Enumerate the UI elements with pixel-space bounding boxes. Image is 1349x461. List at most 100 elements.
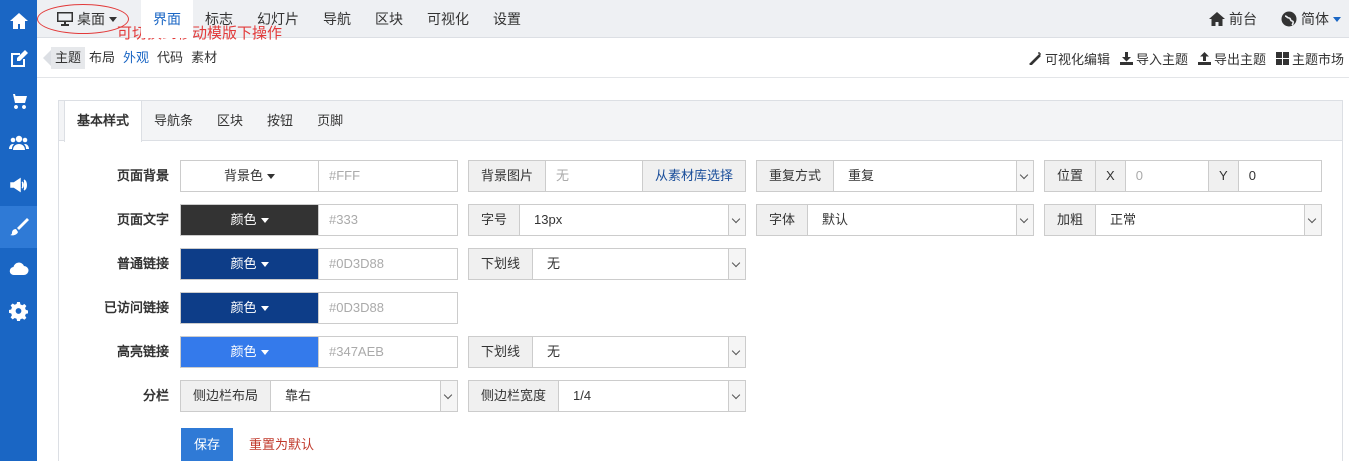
text-color-input[interactable]: #333 — [319, 205, 457, 235]
brush-icon — [9, 218, 29, 236]
save-button[interactable]: 保存 — [181, 428, 233, 461]
font-size-label: 字号 — [469, 205, 521, 235]
gear-icon — [8, 301, 28, 321]
link-color-input[interactable]: #0D3D88 — [319, 249, 457, 279]
nav-settings[interactable]: 设置 — [481, 0, 533, 38]
text-color-button[interactable]: 颜色 — [181, 205, 319, 235]
bg-y-input[interactable]: 0 — [1237, 161, 1321, 191]
font-size-group: 字号 13px — [468, 204, 746, 236]
cloud-icon — [9, 262, 28, 276]
bg-position-group: 位置 X 0 Y 0 — [1044, 160, 1322, 192]
bg-color-button[interactable]: 背景色 — [181, 161, 319, 191]
hover-color-button[interactable]: 颜色 — [181, 337, 319, 367]
page-bg-color-group: 背景色 #FFF — [180, 160, 458, 192]
font-weight-value: 正常 — [1110, 212, 1137, 227]
sidebar-users[interactable] — [0, 122, 37, 164]
tab-navbar[interactable]: 导航条 — [142, 101, 205, 141]
grid-icon — [1275, 51, 1289, 65]
sub-theme[interactable]: 主题 — [51, 47, 86, 69]
nav-blocks[interactable]: 区块 — [363, 0, 415, 38]
bg-x-label: X — [1096, 161, 1126, 191]
select-arrow-icon — [1016, 161, 1033, 191]
sub-nav: 主题 布局 外观 代码 素材 可视化编辑 导入主题 导出主题 主题市场 — [37, 38, 1349, 78]
hover-underline-label: 下划线 — [469, 337, 534, 367]
bg-image-label: 背景图片 — [469, 161, 547, 191]
nav-interface[interactable]: 界面 — [141, 0, 193, 38]
hover-color-group: 颜色 #347AEB — [180, 336, 458, 368]
sidebar-edit[interactable] — [0, 38, 37, 80]
hint-ellipse — [37, 4, 129, 34]
sidebar-theme[interactable] — [0, 206, 37, 248]
sidebar-home[interactable] — [0, 0, 37, 42]
tab-blocks[interactable]: 区块 — [205, 101, 255, 141]
caret-down-icon — [260, 218, 269, 224]
link-color-button[interactable]: 颜色 — [181, 249, 319, 279]
import-theme-button[interactable]: 导入主题 — [1119, 49, 1188, 68]
caret-down-icon — [260, 306, 269, 312]
visual-edit-button[interactable]: 可视化编辑 — [1029, 49, 1110, 68]
choose-from-library-button[interactable]: 从素材库选择 — [641, 161, 745, 191]
bg-image-input[interactable]: 无 — [546, 161, 642, 191]
font-family-label: 字体 — [757, 205, 809, 235]
select-arrow-icon — [440, 381, 457, 411]
sidebar-shop[interactable] — [0, 80, 37, 122]
hover-underline-value: 无 — [547, 344, 561, 359]
nav-visual[interactable]: 可视化 — [415, 0, 481, 38]
font-weight-select[interactable]: 正常 — [1096, 205, 1321, 235]
sidebar-width-select[interactable]: 1/4 — [559, 381, 745, 411]
theme-market-button[interactable]: 主题市场 — [1275, 49, 1344, 68]
bg-x-input[interactable]: 0 — [1126, 161, 1208, 191]
sidebar-layout-select[interactable]: 靠右 — [271, 381, 457, 411]
magic-wand-icon — [1029, 51, 1041, 65]
users-icon — [8, 135, 29, 150]
select-arrow-icon — [1016, 205, 1033, 235]
visited-color-input[interactable]: #0D3D88 — [319, 293, 457, 323]
link-underline-label: 下划线 — [469, 249, 534, 279]
nav-slideshow[interactable]: 幻灯片 — [245, 0, 311, 38]
visual-edit-label: 可视化编辑 — [1044, 51, 1110, 67]
link-underline-select[interactable]: 无 — [533, 249, 745, 279]
tab-footer[interactable]: 页脚 — [305, 101, 355, 141]
tab-basic-style[interactable]: 基本样式 — [64, 101, 143, 142]
export-theme-button[interactable]: 导出主题 — [1197, 49, 1266, 68]
hover-underline-group: 下划线 无 — [468, 336, 746, 368]
pointer-triangle — [43, 50, 51, 66]
bg-repeat-select[interactable]: 重复 — [834, 161, 1033, 191]
bg-color-button-label: 背景色 — [223, 168, 263, 183]
font-size-value: 13px — [534, 212, 563, 227]
nav-logo[interactable]: 标志 — [193, 0, 245, 38]
language-switch[interactable]: 简体 — [1281, 9, 1341, 29]
bg-color-input[interactable]: #FFF — [319, 161, 457, 191]
reset-default-link[interactable]: 重置为默认 — [249, 428, 314, 461]
sub-code[interactable]: 代码 — [153, 47, 187, 69]
visited-color-group: 颜色 #0D3D88 — [180, 292, 458, 324]
style-panel: 基本样式 导航条 区块 按钮 页脚 页面背景 背景色 #FFF 背景图片 无 从… — [58, 100, 1343, 461]
hover-underline-select[interactable]: 无 — [533, 337, 745, 367]
visited-color-button[interactable]: 颜色 — [181, 293, 319, 323]
sub-layout[interactable]: 布局 — [85, 47, 119, 69]
top-right: 前台 简体 — [1185, 0, 1341, 38]
megaphone-icon — [9, 177, 27, 193]
nav-navigation[interactable]: 导航 — [311, 0, 363, 38]
sub-menu: 主题 布局 外观 代码 素材 — [51, 38, 221, 78]
bg-y-label: Y — [1208, 161, 1238, 191]
select-arrow-icon — [728, 381, 745, 411]
tab-buttons[interactable]: 按钮 — [255, 101, 305, 141]
export-theme-label: 导出主题 — [1213, 51, 1266, 67]
font-family-select[interactable]: 默认 — [808, 205, 1033, 235]
caret-down-icon — [267, 174, 275, 180]
font-size-select[interactable]: 13px — [520, 205, 745, 235]
link-color-button-label: 颜色 — [230, 256, 257, 271]
sub-appearance[interactable]: 外观 — [119, 47, 153, 69]
home-icon — [1209, 12, 1225, 26]
caret-down-icon — [260, 350, 269, 356]
sidebar-promo[interactable] — [0, 164, 37, 206]
page-bg-label: 页面背景 — [116, 168, 169, 183]
link-underline-group: 下划线 无 — [468, 248, 746, 280]
sub-actions: 可视化编辑 导入主题 导出主题 主题市场 — [1019, 38, 1344, 78]
sidebar-cloud[interactable] — [0, 248, 37, 290]
frontend-link[interactable]: 前台 — [1209, 9, 1257, 29]
hover-color-input[interactable]: #347AEB — [319, 337, 457, 367]
sidebar-settings[interactable] — [0, 290, 37, 332]
sub-assets[interactable]: 素材 — [187, 47, 221, 69]
